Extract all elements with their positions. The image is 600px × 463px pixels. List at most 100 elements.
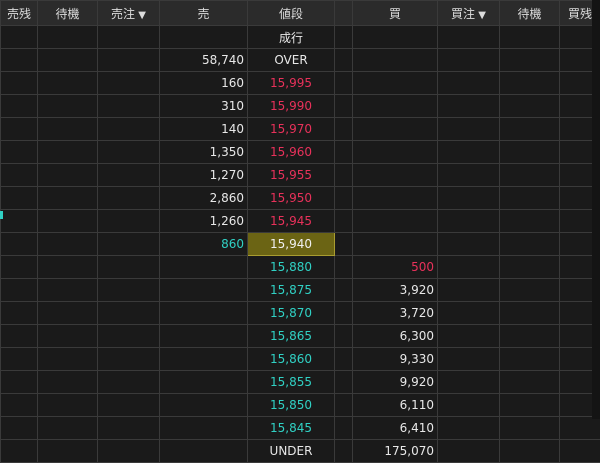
buy-qty-cell[interactable] (353, 95, 438, 118)
sell-qty-cell[interactable] (160, 256, 248, 279)
empty-cell (1, 26, 38, 49)
current-price-marker (0, 211, 3, 219)
empty-cell (335, 279, 353, 302)
sell-order-header[interactable]: 売注 (98, 1, 160, 26)
buy-qty-cell[interactable] (353, 210, 438, 233)
empty-cell (98, 210, 160, 233)
empty-cell (438, 233, 500, 256)
price-cell[interactable]: 15,960 (248, 141, 335, 164)
buy-qty-cell[interactable] (353, 49, 438, 72)
sell-qty-cell[interactable] (160, 394, 248, 417)
sell-qty-cell[interactable] (160, 348, 248, 371)
buy-qty-cell[interactable]: 3,720 (353, 302, 438, 325)
vertical-scrollbar[interactable] (592, 0, 600, 419)
sell-qty-cell[interactable] (160, 279, 248, 302)
price-cell[interactable]: 15,865 (248, 325, 335, 348)
price-cell[interactable]: OVER (248, 49, 335, 72)
book-row: 15,875 3,920 (1, 279, 600, 302)
price-cell[interactable]: 15,955 (248, 164, 335, 187)
sell-qty-cell[interactable]: 1,350 (160, 141, 248, 164)
price-cell[interactable]: 15,870 (248, 302, 335, 325)
sell-qty-cell[interactable] (160, 417, 248, 440)
empty-cell (500, 440, 560, 463)
buy-qty-cell[interactable]: 3,920 (353, 279, 438, 302)
sell-qty-cell[interactable] (160, 371, 248, 394)
price-cell[interactable]: 15,855 (248, 371, 335, 394)
empty-cell (98, 394, 160, 417)
price-cell[interactable]: 15,875 (248, 279, 335, 302)
buy-qty-cell[interactable] (353, 141, 438, 164)
empty-cell (438, 49, 500, 72)
sell-qty-cell[interactable]: 160 (160, 72, 248, 95)
buy-qty-cell[interactable]: 6,300 (353, 325, 438, 348)
empty-cell (500, 118, 560, 141)
empty-cell (98, 26, 160, 49)
buy-qty-cell[interactable] (353, 164, 438, 187)
empty-cell (38, 348, 98, 371)
buy-qty-cell[interactable] (353, 72, 438, 95)
book-row: 16015,995 (1, 72, 600, 95)
sell-qty-cell[interactable] (160, 26, 248, 49)
price-cell[interactable]: 15,880 (248, 256, 335, 279)
book-row: UNDER 175,070 (1, 440, 600, 463)
price-cell[interactable]: 15,970 (248, 118, 335, 141)
sell-qty-cell[interactable] (160, 302, 248, 325)
empty-cell (98, 233, 160, 256)
sell-qty-header: 売 (160, 1, 248, 26)
book-row: 1,35015,960 (1, 141, 600, 164)
empty-cell (98, 118, 160, 141)
price-cell[interactable]: 成行 (248, 26, 335, 49)
sell-qty-cell[interactable]: 310 (160, 95, 248, 118)
price-cell[interactable]: UNDER (248, 440, 335, 463)
book-row: 86015,940 (1, 233, 600, 256)
price-cell[interactable]: 15,860 (248, 348, 335, 371)
sell-qty-cell[interactable]: 1,260 (160, 210, 248, 233)
empty-cell (438, 302, 500, 325)
sell-qty-cell[interactable] (160, 325, 248, 348)
price-cell[interactable]: 15,950 (248, 187, 335, 210)
buy-qty-cell[interactable]: 6,410 (353, 417, 438, 440)
buy-qty-cell[interactable]: 9,920 (353, 371, 438, 394)
empty-cell (438, 26, 500, 49)
buy-qty-cell[interactable] (353, 187, 438, 210)
empty-cell (335, 164, 353, 187)
book-row: 1,27015,955 (1, 164, 600, 187)
empty-cell (438, 72, 500, 95)
sell-qty-cell[interactable]: 58,740 (160, 49, 248, 72)
sell-qty-cell[interactable]: 140 (160, 118, 248, 141)
empty-cell (98, 72, 160, 95)
sell-qty-cell[interactable]: 2,860 (160, 187, 248, 210)
buy-qty-cell[interactable]: 9,330 (353, 348, 438, 371)
empty-cell (98, 348, 160, 371)
empty-cell (1, 187, 38, 210)
price-cell[interactable]: 15,945 (248, 210, 335, 233)
sell-qty-cell[interactable]: 860 (160, 233, 248, 256)
sell-qty-cell[interactable] (160, 440, 248, 463)
empty-cell (1, 210, 38, 233)
empty-cell (335, 394, 353, 417)
buy-qty-cell[interactable] (353, 233, 438, 256)
empty-cell (335, 26, 353, 49)
price-cell[interactable]: 15,990 (248, 95, 335, 118)
sell-qty-cell[interactable]: 1,270 (160, 164, 248, 187)
price-cell[interactable]: 15,995 (248, 72, 335, 95)
price-cell[interactable]: 15,845 (248, 417, 335, 440)
empty-cell (560, 417, 600, 440)
price-cell[interactable]: 15,940 (248, 233, 335, 256)
empty-cell (98, 440, 160, 463)
buy-qty-cell[interactable]: 175,070 (353, 440, 438, 463)
empty-cell (335, 118, 353, 141)
empty-cell (38, 49, 98, 72)
empty-cell (500, 26, 560, 49)
price-header: 値段 (248, 1, 335, 26)
empty-cell (38, 164, 98, 187)
book-row: 15,860 9,330 (1, 348, 600, 371)
buy-waiting-header: 待機 (500, 1, 560, 26)
buy-qty-cell[interactable]: 6,110 (353, 394, 438, 417)
book-row: 15,845 6,410 (1, 417, 600, 440)
buy-qty-cell[interactable]: 500 (353, 256, 438, 279)
buy-qty-cell[interactable] (353, 26, 438, 49)
price-cell[interactable]: 15,850 (248, 394, 335, 417)
buy-qty-cell[interactable] (353, 118, 438, 141)
buy-order-header[interactable]: 買注 (438, 1, 500, 26)
